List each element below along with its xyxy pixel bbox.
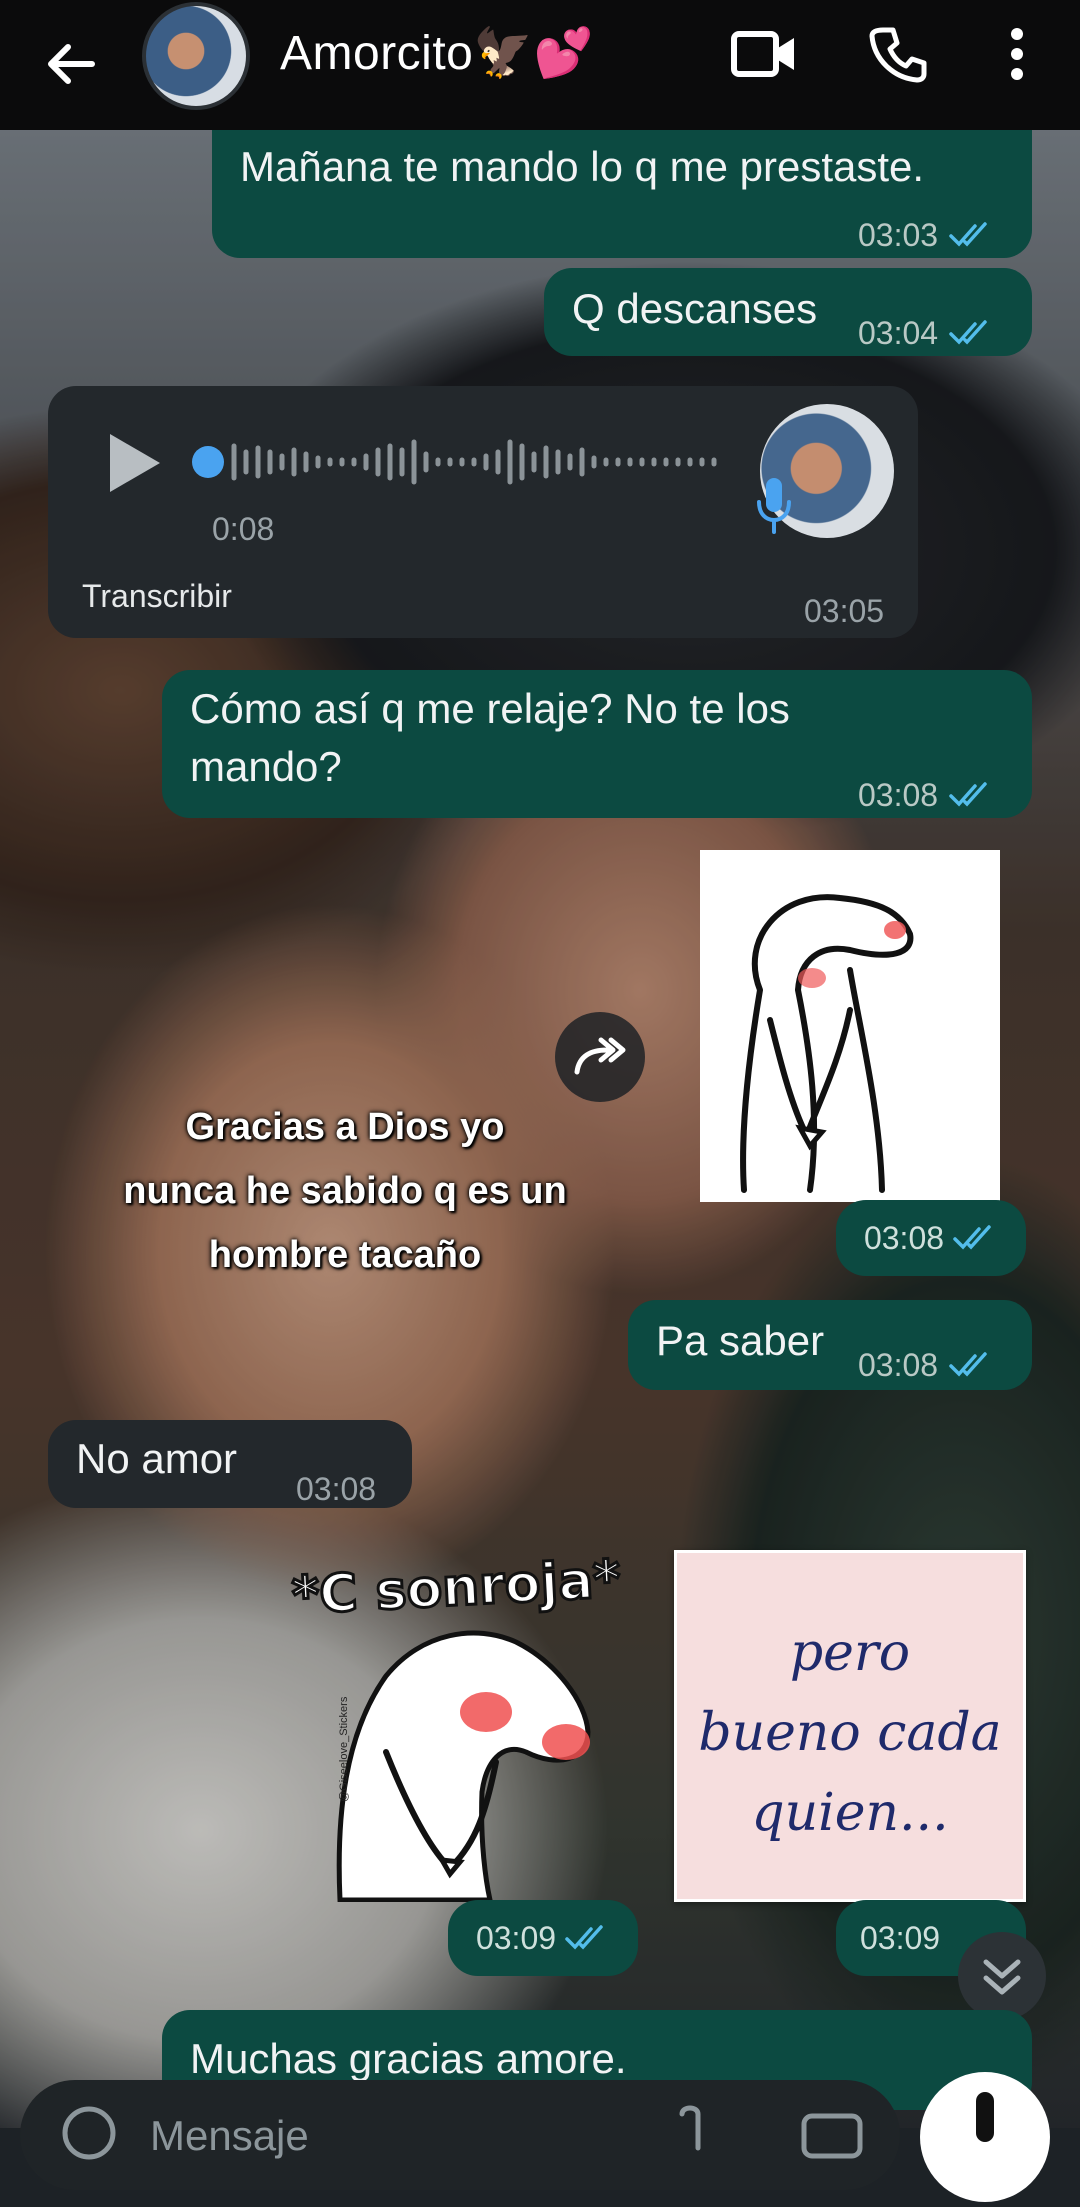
message-time: 03:08 — [858, 777, 939, 813]
attach-icon[interactable] — [670, 2104, 710, 2164]
sticker-text: pero bueno cada quien... — [677, 1613, 1023, 1853]
video-caption-overlay: Gracias a Dios yo nunca he sabido q es u… — [110, 1095, 580, 1287]
message-meta: 03:05 — [804, 582, 884, 640]
message-meta: 03:08 — [296, 1460, 376, 1518]
message-bubble-incoming[interactable]: No amor 03:08 — [48, 1420, 412, 1508]
back-arrow-icon[interactable] — [40, 34, 100, 94]
message-time: 03:08 — [858, 1347, 939, 1383]
play-icon[interactable] — [104, 430, 164, 496]
voice-message-bubble[interactable]: 0:08 Transcribir 03:05 — [48, 386, 918, 638]
chat-header: Amorcito🦅💕 — [0, 0, 1080, 130]
emoji-icon[interactable] — [60, 2104, 118, 2162]
overlay-line: hombre tacaño — [208, 1234, 482, 1276]
message-time: 03:09 — [860, 1919, 941, 1956]
message-time: 03:09 — [475, 1919, 557, 1956]
message-bubble-outgoing[interactable]: Mañana te mando lo q me prestaste. 03:03 — [212, 130, 1032, 258]
overlay-line: nunca he sabido q es un — [123, 1170, 567, 1212]
message-input[interactable]: Mensaje — [150, 2112, 309, 2160]
double-check-icon — [565, 1925, 603, 1950]
contact-avatar[interactable] — [142, 2, 250, 110]
double-check-icon — [949, 782, 987, 807]
message-bubble-outgoing[interactable]: Cómo así q me relaje? No te los mando? 0… — [162, 670, 1032, 818]
sticker-message[interactable]: *C sonroja* @Giseelove_Stickers — [286, 1548, 646, 1902]
overlay-line: Gracias a Dios yo — [185, 1106, 505, 1148]
blushing-flork-drawing — [336, 1630, 591, 1902]
mic-icon — [976, 2092, 994, 2142]
voice-record-button[interactable] — [920, 2072, 1050, 2202]
message-meta: 03:03 — [858, 206, 994, 264]
more-vert-icon[interactable] — [1002, 26, 1032, 82]
message-text-line: Cómo así q me relaje? No te los — [190, 685, 790, 732]
message-time: 03:04 — [858, 315, 939, 351]
transcribe-link[interactable]: Transcribir — [82, 576, 232, 616]
double-check-icon — [949, 1352, 987, 1377]
message-meta: 03:08 — [858, 766, 994, 824]
message-time: 03:03 — [858, 217, 939, 253]
double-check-icon — [949, 320, 987, 345]
forward-button[interactable] — [555, 1012, 645, 1102]
message-composer[interactable]: Mensaje — [20, 2080, 900, 2190]
sticker-time-pill: 03:09 — [448, 1900, 638, 1976]
forward-icon — [574, 1037, 626, 1075]
sticker-text-line: bueno cada — [698, 1703, 1002, 1763]
message-text-line: mando? — [190, 743, 342, 790]
voice-waveform[interactable] — [190, 432, 780, 492]
double-check-icon — [949, 222, 987, 247]
message-text: Q descanses — [572, 285, 818, 332]
voice-duration: 0:08 — [212, 511, 275, 547]
flork-sticker-drawing — [740, 894, 914, 1193]
phone-icon[interactable] — [868, 24, 928, 84]
message-text: No amor — [76, 1435, 238, 1482]
message-time: 03:05 — [804, 593, 885, 629]
scroll-to-bottom-button[interactable] — [958, 1932, 1046, 2020]
message-text: Pa saber — [656, 1317, 825, 1364]
message-meta: 03:08 — [858, 1336, 994, 1394]
double-check-icon — [953, 1225, 991, 1250]
message-text: Mañana te mando lo q me prestaste. — [240, 143, 925, 190]
mic-icon — [757, 478, 791, 534]
message-meta: 03:04 — [858, 304, 994, 362]
sticker-text-line: quien... — [751, 1783, 949, 1843]
sticker-message[interactable] — [700, 850, 1000, 1202]
chat-title[interactable]: Amorcito🦅💕 — [280, 24, 594, 81]
message-bubble-outgoing[interactable]: Pa saber 03:08 — [628, 1300, 1032, 1390]
message-time: 03:08 — [296, 1471, 377, 1507]
sticker-credit: @Giseelove_Stickers — [338, 1696, 350, 1802]
chevron-double-down-icon — [983, 1959, 1021, 1995]
message-time: 03:08 — [863, 1219, 945, 1256]
camera-icon[interactable] — [800, 2104, 864, 2160]
sticker-text-line: pero — [789, 1623, 911, 1683]
sticker-message[interactable]: pero bueno cada quien... — [674, 1550, 1026, 1902]
video-call-icon[interactable] — [730, 26, 800, 82]
message-bubble-outgoing[interactable]: Q descanses 03:04 — [544, 268, 1032, 356]
sticker-time-pill: 03:08 — [836, 1200, 1026, 1276]
